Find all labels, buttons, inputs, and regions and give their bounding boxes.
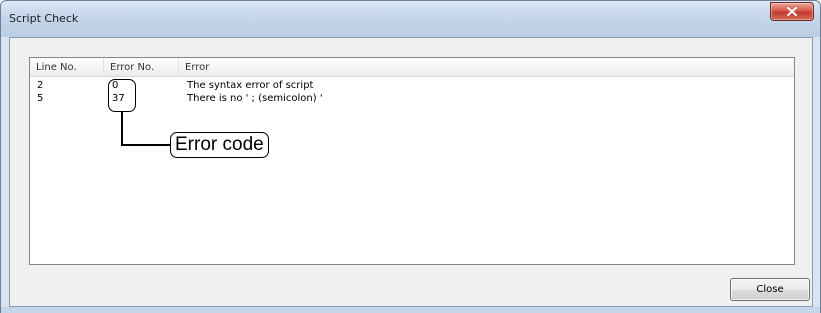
window-title: Script Check bbox=[9, 12, 79, 25]
column-header-line-no[interactable]: Line No. bbox=[30, 58, 104, 77]
script-check-dialog: Script Check Line No. Error No. Error 2 … bbox=[0, 0, 821, 313]
cell-error: There is no ' ; (semicolon) ' bbox=[187, 93, 323, 104]
cell-error: The syntax error of script bbox=[187, 80, 314, 91]
cell-line-no: 2 bbox=[37, 80, 44, 91]
dialog-body: Line No. Error No. Error 2 0 The syntax … bbox=[9, 37, 813, 307]
error-list[interactable]: Line No. Error No. Error 2 0 The syntax … bbox=[29, 57, 795, 265]
callout-line-horizontal bbox=[121, 144, 171, 146]
table-row[interactable]: 2 0 The syntax error of script bbox=[30, 79, 794, 92]
list-header: Line No. Error No. Error bbox=[30, 58, 794, 77]
table-row[interactable]: 5 37 There is no ' ; (semicolon) ' bbox=[30, 92, 794, 105]
title-bar[interactable]: Script Check bbox=[1, 1, 820, 37]
close-button[interactable]: Close bbox=[730, 278, 810, 301]
column-header-error-no[interactable]: Error No. bbox=[104, 58, 179, 77]
close-icon bbox=[786, 6, 798, 17]
column-header-error[interactable]: Error bbox=[179, 58, 794, 77]
window-frame-bottom bbox=[1, 307, 820, 313]
cell-line-no: 5 bbox=[37, 93, 44, 104]
error-code-bracket bbox=[108, 79, 136, 112]
callout-line-vertical bbox=[121, 112, 123, 145]
error-code-callout: Error code bbox=[170, 132, 269, 158]
window-close-button[interactable] bbox=[770, 2, 814, 21]
